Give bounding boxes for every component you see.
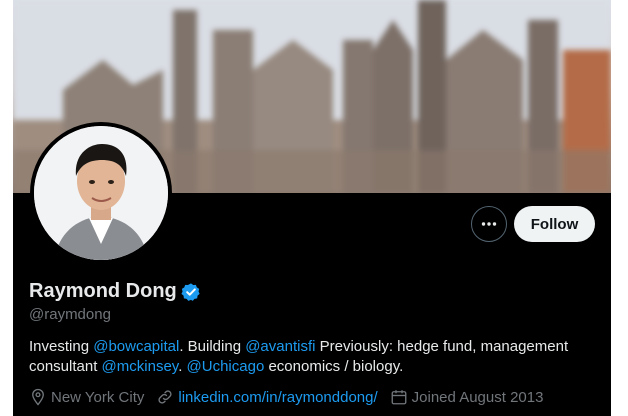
display-name: Raymond Dong — [29, 280, 177, 302]
joined-text: Joined August 2013 — [411, 388, 544, 406]
follow-button[interactable]: Follow — [514, 206, 595, 242]
mention-link[interactable]: @mckinsey — [102, 358, 179, 375]
website-link[interactable]: linkedin.com/in/raymonddong/ — [178, 389, 377, 406]
location-pin-icon — [32, 388, 44, 406]
profile-meta: New York City linkedin.com/in/raymonddon… — [29, 388, 555, 406]
bio-text: economics / biology. — [264, 358, 404, 375]
calendar-icon — [391, 390, 407, 405]
bio-text: . Building — [179, 338, 246, 355]
location-item: New York City — [29, 388, 144, 406]
mention-link[interactable]: @bowcapital — [93, 338, 179, 355]
profile-avatar[interactable] — [30, 122, 172, 264]
mention-link[interactable]: @avantisfi — [245, 338, 315, 355]
user-handle: @raymdong — [29, 306, 111, 323]
ellipsis-icon — [481, 222, 497, 226]
link-icon — [158, 390, 172, 404]
bio-text: Investing — [29, 338, 94, 355]
joined-item: Joined August 2013 — [390, 388, 544, 406]
website-item: linkedin.com/in/raymonddong/ — [156, 388, 378, 406]
more-options-button[interactable] — [471, 206, 507, 242]
profile-bio: Investing @bowcapital. Building @avantis… — [29, 337, 595, 377]
location-text: New York City — [51, 388, 145, 406]
bio-text: . — [178, 358, 187, 375]
profile-header: Follow Raymond Dong @raymdong Investing … — [13, 0, 611, 416]
name-row: Raymond Dong — [29, 280, 201, 303]
mention-link[interactable]: @Uchicago — [187, 358, 265, 375]
verified-badge-icon[interactable] — [181, 282, 201, 302]
